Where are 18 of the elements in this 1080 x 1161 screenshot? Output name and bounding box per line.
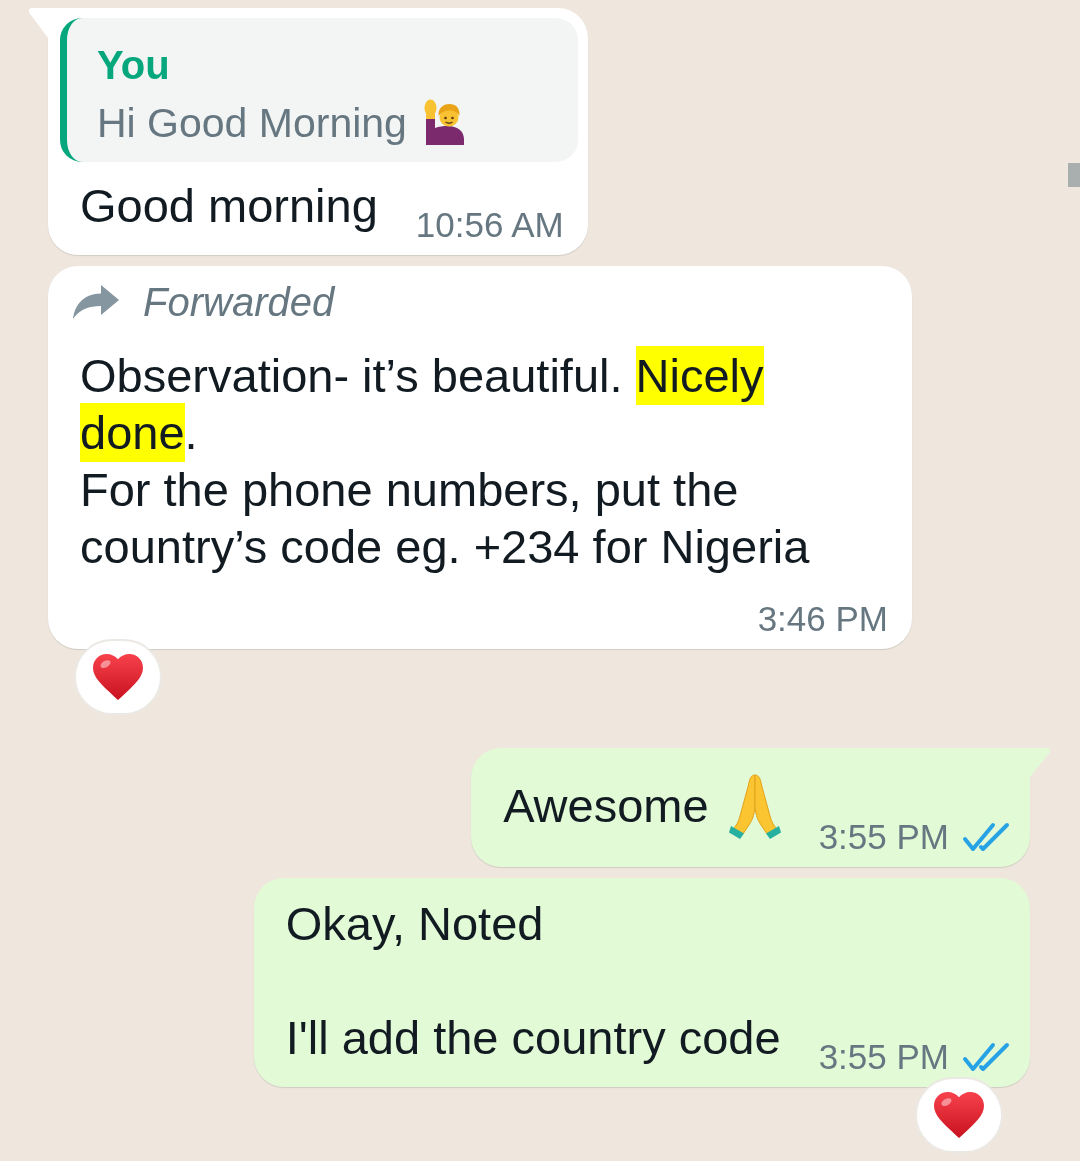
reply-quote[interactable]: You Hi Good Morning	[60, 18, 578, 162]
message-time: 3:46 PM	[757, 599, 888, 639]
message-time: 3:55 PM	[818, 1037, 949, 1077]
message-text: Good morning	[80, 178, 378, 234]
message-time: 3:55 PM	[818, 817, 949, 857]
heart-icon	[934, 1092, 984, 1138]
heart-icon	[93, 654, 143, 700]
quote-author: You	[97, 42, 171, 89]
praying-hands-icon	[728, 773, 781, 839]
forward-arrow-icon	[72, 284, 120, 320]
message-text: Observation- it’s beautiful. Nicely done. For the phone numbers, put the country’s code eg. +234 for Nigeria	[80, 347, 888, 575]
message-text: Awesome	[503, 779, 709, 832]
forwarded-label: Forwarded	[143, 279, 335, 326]
quote-text: Hi Good Morning	[97, 100, 407, 146]
person-raising-hand-icon	[422, 99, 465, 145]
message-text: Okay, Noted I'll add the country code	[285, 896, 781, 1066]
scrollbar-thumb[interactable]	[1068, 163, 1080, 187]
message-time: 10:56 AM	[415, 205, 564, 245]
